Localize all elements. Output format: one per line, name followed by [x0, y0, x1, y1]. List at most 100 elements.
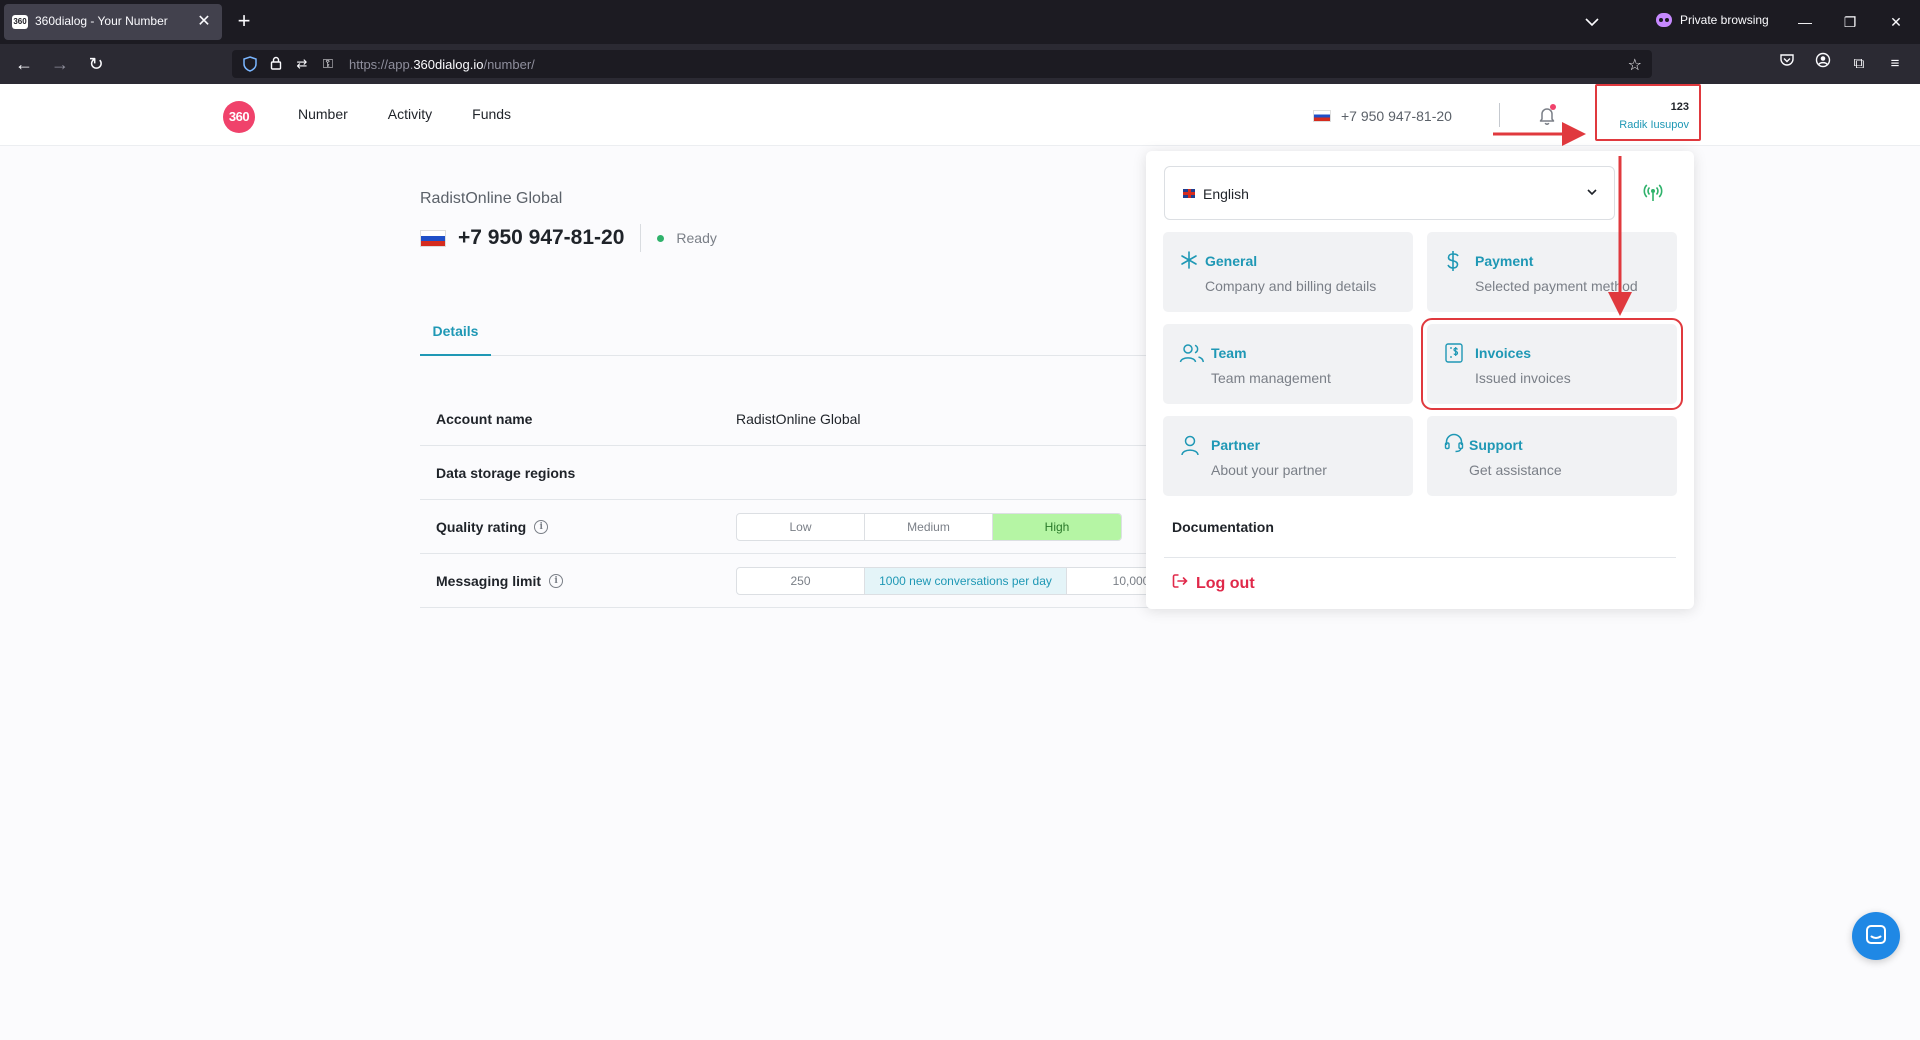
- browser-tab[interactable]: 360 360dialog - Your Number ✕: [4, 4, 222, 40]
- limit-label: Messaging limit i: [436, 573, 564, 589]
- detail-row-limit: Messaging limit i 250 1000 new conversati…: [420, 554, 1150, 608]
- account-name-value: RadistOnline Global: [736, 411, 861, 427]
- key-icon[interactable]: ⚿: [320, 56, 336, 72]
- logout-button[interactable]: Log out: [1172, 573, 1255, 594]
- invoice-icon: [1443, 342, 1465, 364]
- team-icon: [1179, 342, 1205, 364]
- permissions-icon[interactable]: ⇄: [294, 56, 310, 72]
- chat-launcher-button[interactable]: [1852, 912, 1900, 960]
- account-icon[interactable]: [1811, 52, 1835, 76]
- chevron-down-icon: [1584, 184, 1600, 200]
- card-title-support: Support: [1469, 437, 1523, 453]
- browser-tab-bar: 360 360dialog - Your Number ✕ + Private …: [0, 0, 1920, 44]
- quality-high: High: [993, 514, 1121, 540]
- quality-medium: Medium: [865, 514, 993, 540]
- main-nav: Number Activity Funds: [298, 106, 511, 122]
- close-tab-icon[interactable]: ✕: [194, 12, 214, 32]
- signal-broadcast-icon[interactable]: [1642, 181, 1664, 203]
- reload-icon[interactable]: ↻: [84, 52, 108, 76]
- extensions-icon[interactable]: ⧉: [1847, 52, 1871, 76]
- card-title-team: Team: [1211, 345, 1247, 361]
- card-title-general: General: [1205, 253, 1258, 269]
- tabs-underline: [420, 355, 1150, 356]
- card-sub-team: Team management: [1211, 370, 1331, 386]
- russia-flag-icon: [420, 229, 446, 247]
- card-sub-support: Get assistance: [1469, 462, 1562, 478]
- info-icon[interactable]: i: [534, 520, 549, 534]
- menu-card-general[interactable]: General Company and billing details: [1163, 232, 1413, 312]
- menu-card-support[interactable]: Support Get assistance: [1427, 416, 1677, 496]
- private-mask-icon: [1656, 13, 1672, 27]
- logout-label: Log out: [1196, 574, 1255, 592]
- detail-row-quality: Quality rating i Low Medium High: [420, 500, 1150, 554]
- storage-label: Data storage regions: [436, 465, 576, 481]
- menu-card-payment[interactable]: Payment Selected payment method: [1427, 232, 1677, 312]
- language-label: English: [1203, 186, 1249, 202]
- detail-row-storage: Data storage regions: [420, 446, 1150, 500]
- status-dot: [657, 234, 665, 242]
- russia-flag-icon: [1313, 110, 1331, 122]
- lock-icon[interactable]: [268, 56, 284, 72]
- user-icon: [1179, 434, 1201, 456]
- limit-250: 250: [737, 568, 865, 594]
- 360dialog-logo[interactable]: 360: [223, 101, 255, 133]
- headset-icon: [1443, 432, 1465, 454]
- card-sub-payment: Selected payment method: [1475, 278, 1638, 294]
- page-title: +7 950 947-81-20: [458, 226, 625, 249]
- logout-icon: [1172, 573, 1188, 594]
- tab-list-chevron-icon[interactable]: [1580, 12, 1604, 32]
- uk-flag-icon: [1183, 189, 1195, 198]
- header-phone: +7 950 947-81-20: [1341, 108, 1452, 124]
- status-badge: Ready: [676, 230, 717, 246]
- card-title-partner: Partner: [1211, 437, 1261, 453]
- quality-label: Quality rating i: [436, 519, 549, 535]
- menu-hamburger-icon[interactable]: ≡: [1883, 52, 1907, 76]
- menu-card-partner[interactable]: Partner About your partner: [1163, 416, 1413, 496]
- favicon-icon: 360: [12, 15, 28, 29]
- header-divider: [1499, 103, 1500, 127]
- new-tab-button[interactable]: +: [232, 10, 256, 34]
- card-sub-general: Company and billing details: [1205, 278, 1377, 294]
- card-title-payment: Payment: [1475, 253, 1534, 269]
- quality-low: Low: [737, 514, 865, 540]
- detail-row-account-name: Account name RadistOnline Global: [420, 392, 1150, 446]
- title-divider: [640, 224, 642, 252]
- tab-title: 360dialog - Your Number: [35, 14, 168, 28]
- limit-1000: 1000 new conversations per day: [865, 568, 1067, 594]
- forward-arrow-icon[interactable]: →: [48, 52, 72, 76]
- browser-nav-bar: ← → ↻ ⇄ ⚿ https://app.360dialog.io/numbe…: [0, 44, 1920, 84]
- private-browsing-indicator: Private browsing: [1656, 13, 1769, 27]
- shield-icon[interactable]: [242, 56, 258, 72]
- user-name: Radik Iusupov: [1619, 119, 1689, 131]
- minimize-window-icon[interactable]: —: [1793, 10, 1817, 34]
- restore-window-icon[interactable]: ❐: [1838, 10, 1862, 34]
- bookmark-star-icon[interactable]: ☆: [1628, 55, 1642, 75]
- number-title-row: +7 950 947-81-20 Ready: [420, 224, 717, 252]
- messaging-limit-scale: 250 1000 new conversations per day 10,00…: [736, 567, 1150, 595]
- back-arrow-icon[interactable]: ←: [12, 52, 36, 76]
- info-icon[interactable]: i: [549, 574, 564, 588]
- pocket-icon[interactable]: [1775, 52, 1799, 76]
- language-select[interactable]: English: [1164, 166, 1615, 220]
- quality-rating-scale: Low Medium High: [736, 513, 1122, 541]
- nav-number[interactable]: Number: [298, 106, 348, 122]
- account-name-heading: RadistOnline Global: [420, 190, 563, 207]
- tab-details[interactable]: Details: [420, 314, 491, 356]
- card-sub-invoices: Issued invoices: [1475, 370, 1571, 386]
- chat-bubble-icon: [1866, 925, 1886, 944]
- nav-activity[interactable]: Activity: [388, 106, 432, 122]
- menu-card-invoices[interactable]: Invoices Issued invoices: [1421, 318, 1683, 410]
- documentation-link[interactable]: Documentation: [1172, 519, 1274, 535]
- close-window-icon[interactable]: ✕: [1884, 10, 1908, 34]
- private-browsing-label: Private browsing: [1680, 13, 1769, 27]
- account-name-label: Account name: [436, 411, 533, 427]
- dollar-icon: [1443, 250, 1465, 272]
- user-menu-button[interactable]: 123 Radik Iusupov: [1595, 84, 1701, 141]
- card-title-invoices: Invoices: [1475, 345, 1532, 361]
- menu-card-team[interactable]: Team Team management: [1163, 324, 1413, 404]
- header-number-selector[interactable]: +7 950 947-81-20: [1313, 108, 1452, 124]
- user-dropdown-menu: English General Company and billing deta…: [1146, 151, 1694, 609]
- snowflake-icon: [1179, 250, 1201, 272]
- nav-funds[interactable]: Funds: [472, 106, 511, 122]
- address-bar[interactable]: ⇄ ⚿ https://app.360dialog.io/number/ ☆: [232, 50, 1652, 78]
